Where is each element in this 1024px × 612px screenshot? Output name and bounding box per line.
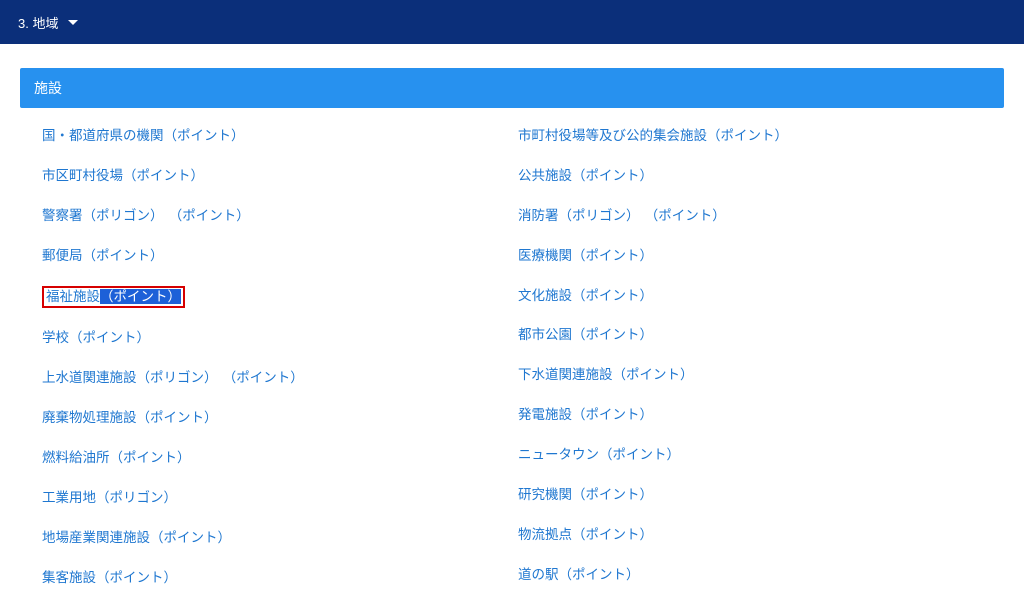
topbar-label[interactable]: 3. 地域	[18, 13, 58, 32]
link-row: 公共施設（ポイント）	[518, 166, 994, 186]
facility-link[interactable]: 福祉施設（ポイント）	[46, 289, 181, 304]
facility-link[interactable]: 上水道関連施設（ポリゴン）	[42, 370, 218, 385]
facility-link[interactable]: ニュータウン（ポイント）	[518, 447, 680, 462]
section-header: 施設	[20, 68, 1004, 108]
link-row: 文化施設（ポイント）	[518, 286, 994, 306]
link-row: 地場産業関連施設（ポイント）	[42, 528, 518, 548]
link-row: 集客施設（ポイント）	[42, 568, 518, 588]
link-row: 上水道関連施設（ポリゴン） （ポイント）	[42, 368, 518, 388]
facility-link[interactable]: 文化施設（ポイント）	[518, 288, 653, 303]
link-row: 物流拠点（ポイント）	[518, 525, 994, 545]
link-row: 道の駅（ポイント）	[518, 565, 994, 585]
facility-link[interactable]: 道の駅（ポイント）	[518, 567, 640, 582]
link-row: 国・都道府県の機関（ポイント）	[42, 126, 518, 146]
facility-link[interactable]: 廃棄物処理施設（ポイント）	[42, 410, 218, 425]
facility-link[interactable]: （ポイント）	[176, 208, 250, 223]
link-row: ニュータウン（ポイント）	[518, 445, 994, 465]
link-row: 警察署（ポリゴン） （ポイント）	[42, 206, 518, 226]
facility-link[interactable]: 下水道関連施設（ポイント）	[518, 367, 694, 382]
facility-link[interactable]: 医療機関（ポイント）	[518, 248, 653, 263]
link-row: 学校（ポイント）	[42, 328, 518, 348]
facility-link[interactable]: （ポイント）	[652, 208, 726, 223]
link-row: 下水道関連施設（ポイント）	[518, 365, 994, 385]
link-area: 国・都道府県の機関（ポイント） 市区町村役場（ポイント） 警察署（ポリゴン） （ポイン…	[20, 108, 1004, 608]
link-row: 研究機関（ポイント）	[518, 485, 994, 505]
facility-link[interactable]: 公共施設（ポイント）	[518, 168, 653, 183]
link-row: 廃棄物処理施設（ポイント）	[42, 408, 518, 428]
facility-link[interactable]: 市町村役場等及び公的集会施設（ポイント）	[518, 128, 788, 143]
link-row: 発電施設（ポイント）	[518, 405, 994, 425]
link-row: 福祉施設（ポイント）	[42, 286, 518, 309]
facility-link[interactable]: 燃料給油所（ポイント）	[42, 450, 191, 465]
facility-link[interactable]: 工業用地（ポリゴン）	[42, 490, 177, 505]
facility-link[interactable]: 研究機関（ポイント）	[518, 487, 653, 502]
facility-link[interactable]: 消防署（ポリゴン）	[518, 208, 640, 223]
link-row: 郵便局（ポイント）	[42, 246, 518, 266]
link-row: 工業用地（ポリゴン）	[42, 488, 518, 508]
facility-link[interactable]: 市区町村役場（ポイント）	[42, 168, 204, 183]
facility-link[interactable]: 物流拠点（ポイント）	[518, 527, 653, 542]
facility-link[interactable]: 学校（ポイント）	[42, 330, 150, 345]
facility-link[interactable]: 警察署（ポリゴン）	[42, 208, 164, 223]
facility-link[interactable]: 国・都道府県の機関（ポイント）	[42, 128, 245, 143]
topbar: 3. 地域	[0, 0, 1024, 44]
link-row: 市町村役場等及び公的集会施設（ポイント）	[518, 126, 994, 146]
link-row: 医療機関（ポイント）	[518, 246, 994, 266]
link-column-right: 市町村役場等及び公的集会施設（ポイント） 公共施設（ポイント） 消防署（ポリゴン） （…	[518, 126, 994, 608]
content: 施設 国・都道府県の機関（ポイント） 市区町村役場（ポイント） 警察署（ポリゴン） （…	[0, 44, 1024, 612]
facility-link[interactable]: 地場産業関連施設（ポイント）	[42, 530, 231, 545]
facility-link[interactable]: 都市公園（ポイント）	[518, 327, 653, 342]
caret-down-icon[interactable]	[68, 20, 78, 25]
link-row: 都市公園（ポイント）	[518, 325, 994, 345]
link-row: 消防署（ポリゴン） （ポイント）	[518, 206, 994, 226]
link-column-left: 国・都道府県の機関（ポイント） 市区町村役場（ポイント） 警察署（ポリゴン） （ポイン…	[42, 126, 518, 608]
facility-link[interactable]: 集客施設（ポイント）	[42, 570, 177, 585]
facility-link[interactable]: （ポイント）	[230, 370, 304, 385]
link-row: 市区町村役場（ポイント）	[42, 166, 518, 186]
facility-link[interactable]: 郵便局（ポイント）	[42, 248, 164, 263]
highlighted-link[interactable]: 福祉施設（ポイント）	[42, 286, 185, 309]
facility-link[interactable]: 発電施設（ポイント）	[518, 407, 653, 422]
link-row: 燃料給油所（ポイント）	[42, 448, 518, 468]
